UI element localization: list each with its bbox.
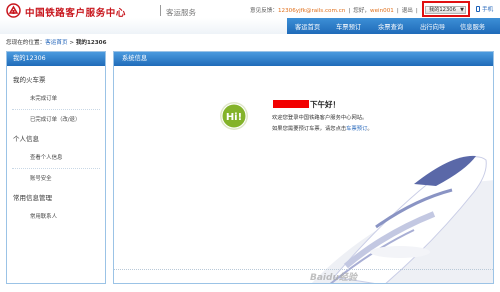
nav-bar: 客运首页 车票预订 余票查询 出行向导 信息服务 — [0, 18, 500, 34]
site-sub-brand: 客运服务 — [166, 8, 196, 17]
breadcrumb-prefix: 您现在的位置： — [6, 40, 46, 46]
welcome-message: 欢迎您登录中国铁路客户服务中心网站。 — [272, 115, 368, 121]
feedback-email-link[interactable]: 12306yjfk@rails.com.cn — [278, 8, 345, 14]
nav-item-travel-guide[interactable]: 出行向导 — [420, 22, 445, 31]
booking-hint-suffix: 。 — [367, 126, 373, 132]
sidebar-item-account-security[interactable]: 账号安全 — [7, 169, 105, 189]
chevron-down-icon: ▼ — [460, 7, 464, 13]
booking-link[interactable]: 车票预订 — [346, 126, 367, 132]
brand-divider — [160, 5, 161, 16]
site-brand[interactable]: 中国铁路客户服务中心 — [25, 5, 126, 19]
baidu-watermark: Baidu经验 — [310, 273, 357, 283]
mobile-label: 手机 — [482, 7, 494, 13]
high-speed-train-illustration — [311, 155, 493, 283]
sidebar-group-tickets: 我的火车票 — [13, 76, 46, 84]
sidebar-item-unfinished-orders[interactable]: 未完成订单 — [7, 89, 105, 109]
sidebar-item-finished-orders[interactable]: 已完成订单（改/退） — [7, 110, 105, 130]
phone-icon — [476, 6, 480, 12]
booking-hint-prefix: 如果您需要预订车票，请您点击 — [272, 126, 347, 132]
greeting-heading: 下午好！ — [310, 100, 340, 109]
divider — [114, 269, 493, 270]
feedback-label: 意见反馈： — [250, 8, 278, 14]
sidebar-group-contacts: 常用信息管理 — [13, 194, 52, 202]
separator: | — [415, 8, 418, 14]
separator: | — [396, 8, 399, 14]
breadcrumb-current: 我的12306 — [75, 40, 107, 46]
sidebar-item-frequent-contacts[interactable]: 常用联系人 — [7, 207, 105, 227]
sidebar-item-view-info[interactable]: 查看个人信息 — [7, 148, 105, 168]
my-account-highlight: 我的12306 ▼ — [422, 1, 470, 17]
railway-logo-icon — [6, 3, 21, 18]
hi-greeting-badge-icon: Hi! — [220, 102, 248, 130]
separator: | — [348, 8, 351, 14]
nav-item-home[interactable]: 客运首页 — [295, 22, 320, 31]
hi-badge-text: Hi! — [226, 112, 242, 123]
top-bar: 中国铁路客户服务中心 客运服务 意见反馈：12306yjfk@rails.com… — [0, 0, 500, 19]
user-info-bar: 意见反馈：12306yjfk@rails.com.cn | 您好，wein001 | 退… — [250, 6, 418, 14]
breadcrumb-arrow: > — [69, 40, 75, 46]
logout-link[interactable]: 退出 — [402, 8, 413, 14]
system-info-panel: 系统信息 Hi! 下午好！ 欢迎您登录中国铁路客户服务中心网站。 如果您需要预订… — [113, 51, 494, 284]
redacted-name — [273, 100, 309, 108]
my-account-dropdown[interactable]: 我的12306 ▼ — [425, 6, 466, 14]
nav-item-booking[interactable]: 车票预订 — [336, 22, 361, 31]
username-link[interactable]: wein001 — [370, 8, 394, 14]
sidebar-group-personal: 个人信息 — [13, 135, 39, 143]
nav-item-remaining-tickets[interactable]: 余票查询 — [378, 22, 403, 31]
nav-item-info-service[interactable]: 信息服务 — [460, 22, 485, 31]
sidebar: 我的12306 我的火车票 未完成订单 已完成订单（改/退） 个人信息 查看个人… — [6, 51, 106, 284]
breadcrumb: 您现在的位置：客运首页 > 我的12306 — [6, 38, 106, 46]
greeting-label: 您好， — [353, 8, 371, 14]
breadcrumb-home-link[interactable]: 客运首页 — [45, 40, 67, 46]
my-account-label: 我的12306 — [429, 7, 456, 13]
mobile-link[interactable]: 手机 — [476, 5, 493, 13]
main-nav: 客运首页 车票预订 余票查询 出行向导 信息服务 — [287, 18, 500, 34]
sidebar-title: 我的12306 — [7, 52, 105, 66]
booking-hint: 如果您需要预订车票，请您点击车票预订。 — [272, 124, 373, 132]
